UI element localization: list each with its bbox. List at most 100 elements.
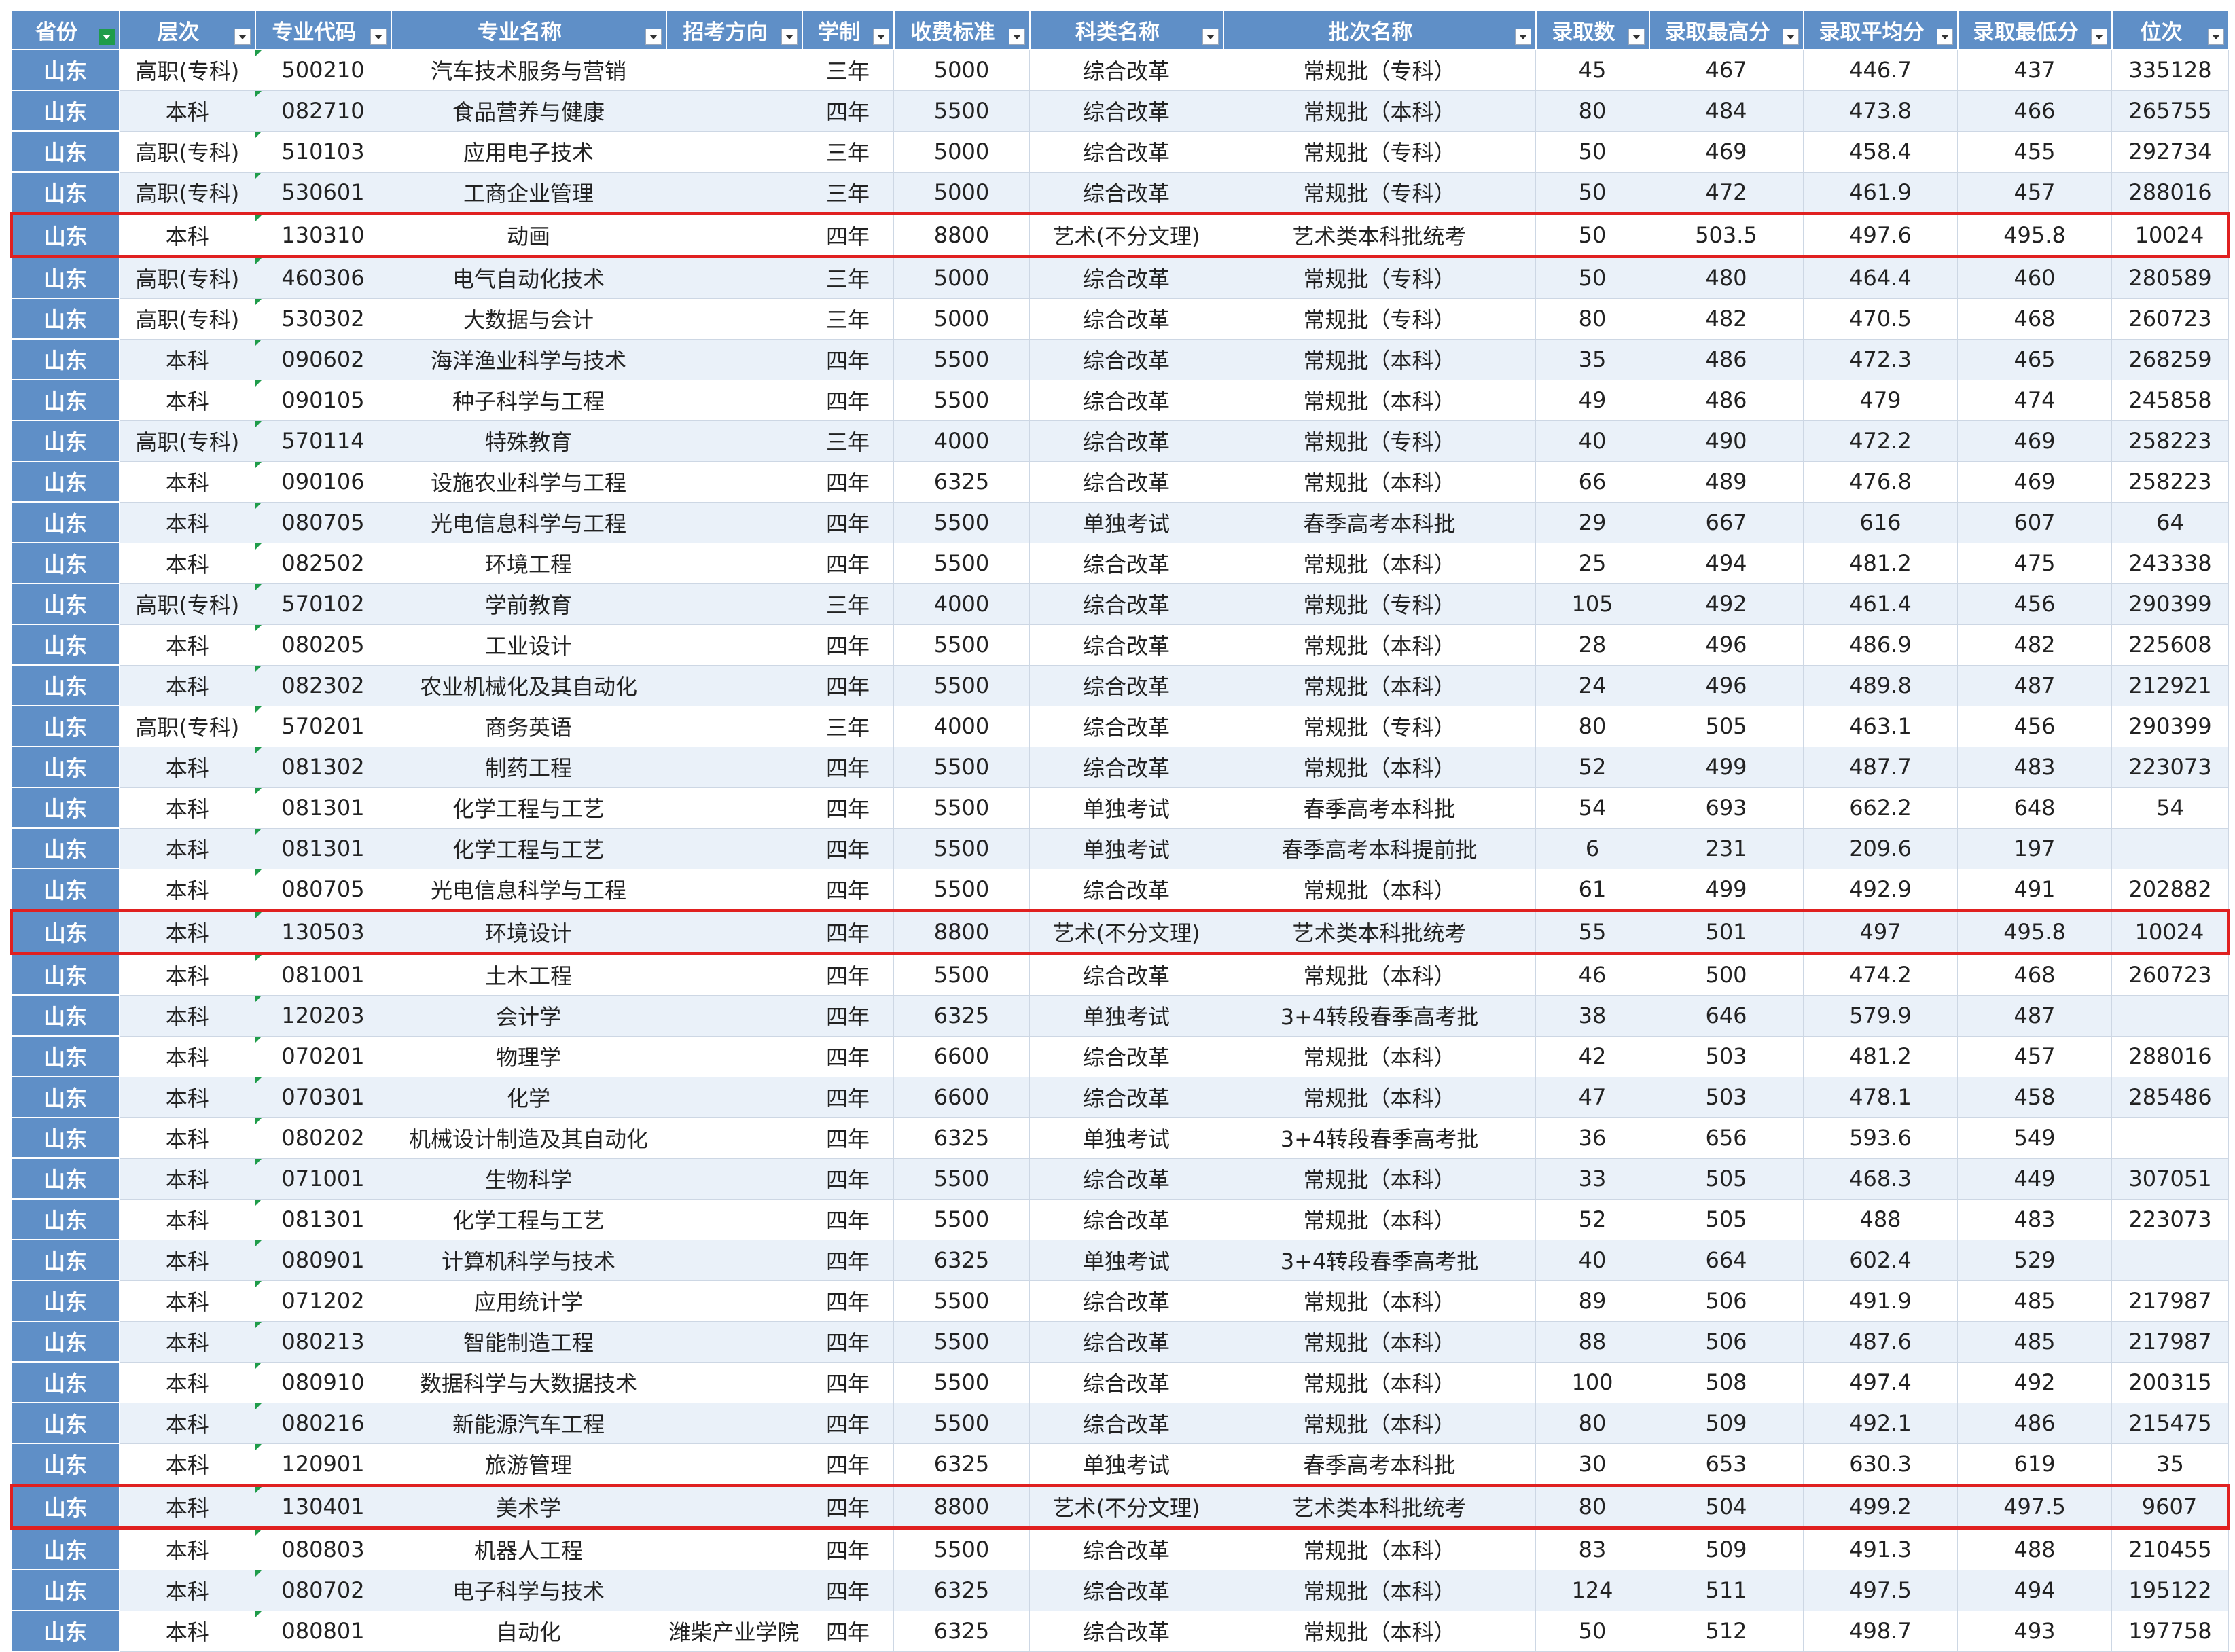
cell-major-code[interactable]: 570102 bbox=[255, 583, 391, 625]
cell-min-score[interactable]: 483 bbox=[1957, 746, 2112, 788]
cell-category[interactable]: 单独考试 bbox=[1029, 501, 1223, 543]
cell-avg-score[interactable]: 662.2 bbox=[1803, 787, 1958, 829]
cell-level[interactable]: 高职(专科) bbox=[119, 49, 255, 91]
cell-min-score[interactable]: 487 bbox=[1957, 994, 2112, 1037]
cell-admitted-count[interactable]: 50 bbox=[1535, 212, 1649, 258]
cell-level[interactable]: 本科 bbox=[119, 624, 255, 666]
cell-min-score[interactable]: 466 bbox=[1957, 90, 2112, 132]
cell-rank[interactable]: 10024 bbox=[2111, 909, 2230, 955]
cell-max-score[interactable]: 472 bbox=[1649, 171, 1804, 214]
cell-admitted-count[interactable]: 28 bbox=[1535, 624, 1649, 666]
cell-rank[interactable] bbox=[2111, 1117, 2229, 1159]
cell-direction[interactable] bbox=[666, 1035, 802, 1077]
cell-category[interactable]: 艺术(不分文理) bbox=[1029, 1484, 1223, 1530]
filter-dropdown-icon[interactable] bbox=[645, 29, 662, 45]
cell-major-code[interactable]: 080205 bbox=[255, 624, 391, 666]
cell-min-score[interactable]: 495.8 bbox=[1957, 909, 2112, 955]
cell-batch[interactable]: 常规批（本科） bbox=[1223, 1035, 1536, 1077]
cell-level[interactable]: 本科 bbox=[119, 787, 255, 829]
cell-batch[interactable]: 常规批（本科） bbox=[1223, 1361, 1536, 1403]
cell-max-score[interactable]: 509 bbox=[1649, 1402, 1804, 1444]
cell-min-score[interactable]: 474 bbox=[1957, 379, 2112, 421]
cell-province[interactable]: 山东 bbox=[10, 1321, 120, 1363]
cell-avg-score[interactable]: 470.5 bbox=[1803, 298, 1958, 340]
cell-category[interactable]: 综合改革 bbox=[1029, 1280, 1223, 1322]
cell-province[interactable]: 山东 bbox=[10, 1527, 120, 1570]
cell-max-score[interactable]: 667 bbox=[1649, 501, 1804, 543]
cell-avg-score[interactable]: 468.3 bbox=[1803, 1157, 1958, 1200]
cell-province[interactable]: 山东 bbox=[10, 1239, 120, 1281]
cell-max-score[interactable]: 500 bbox=[1649, 953, 1804, 996]
cell-rank[interactable]: 292734 bbox=[2111, 130, 2229, 173]
cell-province[interactable]: 山东 bbox=[10, 130, 120, 173]
cell-admitted-count[interactable]: 42 bbox=[1535, 1035, 1649, 1077]
cell-level[interactable]: 本科 bbox=[119, 1035, 255, 1077]
filter-dropdown-icon[interactable] bbox=[872, 29, 889, 45]
cell-duration[interactable]: 四年 bbox=[802, 379, 894, 421]
cell-tuition[interactable]: 5500 bbox=[893, 664, 1030, 706]
cell-major-name[interactable]: 工业设计 bbox=[391, 624, 666, 666]
cell-avg-score[interactable]: 472.2 bbox=[1803, 420, 1958, 462]
filter-dropdown-icon[interactable] bbox=[1936, 29, 1953, 45]
cell-province[interactable]: 山东 bbox=[10, 1280, 120, 1322]
cell-level[interactable]: 本科 bbox=[119, 1484, 255, 1530]
cell-duration[interactable]: 四年 bbox=[802, 1280, 894, 1322]
cell-rank[interactable]: 335128 bbox=[2111, 49, 2229, 91]
cell-tuition[interactable]: 8800 bbox=[893, 212, 1030, 258]
cell-min-score[interactable]: 469 bbox=[1957, 420, 2112, 462]
cell-level[interactable]: 本科 bbox=[119, 868, 255, 911]
cell-min-score[interactable]: 465 bbox=[1957, 338, 2112, 380]
cell-admitted-count[interactable]: 54 bbox=[1535, 787, 1649, 829]
cell-province[interactable]: 山东 bbox=[10, 624, 120, 666]
cell-avg-score[interactable]: 497.5 bbox=[1803, 1569, 1958, 1611]
cell-level[interactable]: 高职(专科) bbox=[119, 705, 255, 747]
cell-max-score[interactable]: 484 bbox=[1649, 90, 1804, 132]
cell-rank[interactable]: 10024 bbox=[2111, 212, 2230, 258]
cell-duration[interactable]: 四年 bbox=[802, 1528, 894, 1570]
cell-level[interactable]: 高职(专科) bbox=[119, 256, 255, 299]
cell-level[interactable]: 本科 bbox=[119, 1443, 255, 1486]
cell-direction[interactable]: 潍柴产业学院 bbox=[666, 1610, 802, 1652]
cell-category[interactable]: 综合改革 bbox=[1029, 1157, 1223, 1200]
cell-level[interactable]: 本科 bbox=[119, 746, 255, 788]
cell-batch[interactable]: 常规批（本科） bbox=[1223, 1076, 1536, 1118]
cell-major-code[interactable]: 530302 bbox=[255, 298, 391, 340]
cell-direction[interactable] bbox=[666, 1321, 802, 1363]
cell-direction[interactable] bbox=[666, 1361, 802, 1403]
cell-rank[interactable]: 195122 bbox=[2111, 1569, 2229, 1611]
cell-min-score[interactable]: 492 bbox=[1957, 1361, 2112, 1403]
cell-batch[interactable]: 常规批（本科） bbox=[1223, 1610, 1536, 1652]
cell-avg-score[interactable]: 487.7 bbox=[1803, 746, 1958, 788]
cell-direction[interactable] bbox=[666, 953, 802, 996]
cell-direction[interactable] bbox=[666, 542, 802, 584]
cell-admitted-count[interactable]: 40 bbox=[1535, 1239, 1649, 1281]
cell-batch[interactable]: 艺术类本科批统考 bbox=[1223, 212, 1536, 258]
cell-level[interactable]: 高职(专科) bbox=[119, 130, 255, 173]
cell-level[interactable]: 本科 bbox=[119, 1157, 255, 1200]
cell-rank[interactable]: 215475 bbox=[2111, 1402, 2229, 1444]
cell-avg-score[interactable]: 476.8 bbox=[1803, 461, 1958, 503]
cell-major-name[interactable]: 农业机械化及其自动化 bbox=[391, 664, 666, 706]
cell-level[interactable]: 本科 bbox=[119, 1280, 255, 1322]
cell-level[interactable]: 高职(专科) bbox=[119, 298, 255, 340]
cell-level[interactable]: 本科 bbox=[119, 379, 255, 421]
cell-min-score[interactable]: 549 bbox=[1957, 1117, 2112, 1159]
cell-level[interactable]: 本科 bbox=[119, 212, 255, 258]
cell-rank[interactable]: 200315 bbox=[2111, 1361, 2229, 1403]
cell-direction[interactable] bbox=[666, 746, 802, 788]
cell-rank[interactable]: 223073 bbox=[2111, 746, 2229, 788]
cell-max-score[interactable]: 469 bbox=[1649, 130, 1804, 173]
cell-min-score[interactable]: 482 bbox=[1957, 624, 2112, 666]
cell-rank[interactable]: 265755 bbox=[2111, 90, 2229, 132]
cell-duration[interactable]: 四年 bbox=[802, 787, 894, 829]
cell-major-code[interactable]: 080702 bbox=[255, 1569, 391, 1611]
cell-major-name[interactable]: 化学工程与工艺 bbox=[391, 787, 666, 829]
cell-min-score[interactable]: 485 bbox=[1957, 1321, 2112, 1363]
cell-admitted-count[interactable]: 35 bbox=[1535, 338, 1649, 380]
cell-min-score[interactable]: 487 bbox=[1957, 664, 2112, 706]
cell-batch[interactable]: 常规批（本科） bbox=[1223, 379, 1536, 421]
cell-max-score[interactable]: 505 bbox=[1649, 1157, 1804, 1200]
cell-tuition[interactable]: 8800 bbox=[893, 1484, 1030, 1530]
cell-max-score[interactable]: 496 bbox=[1649, 664, 1804, 706]
cell-rank[interactable]: 197758 bbox=[2111, 1610, 2229, 1652]
